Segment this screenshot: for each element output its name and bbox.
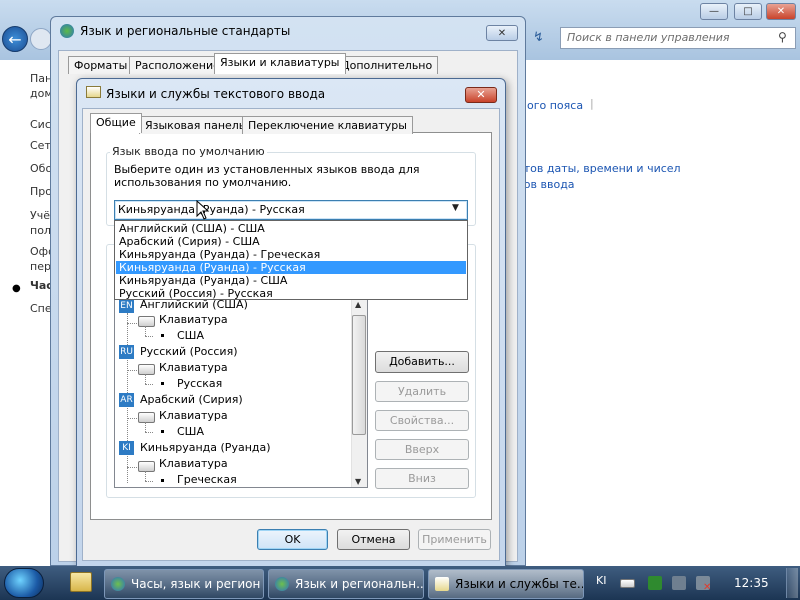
sidebar-text[interactable]: Сис: [30, 118, 51, 131]
tree-layout[interactable]: США: [177, 425, 204, 438]
keyboard-icon: [138, 461, 155, 472]
sidebar-text[interactable]: Сет: [30, 139, 51, 152]
minimize-button[interactable]: —: [700, 3, 728, 20]
link-separator: |: [590, 97, 594, 110]
taskbar-item-regional[interactable]: Язык и региональн...: [268, 569, 424, 599]
explorer-icon[interactable]: [70, 572, 92, 592]
installed-services-tree[interactable]: EN Английский (США) Клавиатура США RU Ру…: [114, 298, 368, 488]
ok-button[interactable]: OK: [257, 529, 328, 550]
tree-category[interactable]: Клавиатура: [159, 361, 228, 374]
clock[interactable]: 12:35: [734, 576, 769, 590]
language-dropdown-list[interactable]: Английский (США) - США Арабский (Сирия) …: [114, 220, 468, 300]
tree-language[interactable]: Русский (Россия): [140, 345, 238, 358]
cancel-button[interactable]: Отмена: [337, 529, 410, 550]
timezone-link[interactable]: ого пояса: [527, 99, 583, 112]
lang-badge-ar: AR: [119, 393, 134, 407]
dropdown-option[interactable]: Киньяруанда (Руанда) - США: [116, 274, 466, 287]
globe-icon: [275, 577, 289, 591]
back-button[interactable]: ←: [2, 26, 28, 52]
tree-language[interactable]: Киньяруанда (Руанда): [140, 441, 271, 454]
sidebar-text[interactable]: Обо: [30, 162, 52, 175]
bullet-icon: [161, 382, 164, 385]
taskbar-item-text-services[interactable]: Языки и службы те...: [428, 569, 584, 599]
tree-language[interactable]: Арабский (Сирия): [140, 393, 243, 406]
remove-button[interactable]: Удалить: [375, 381, 469, 402]
dropdown-option[interactable]: Арабский (Сирия) - США: [116, 235, 466, 248]
dropdown-option[interactable]: Русский (Россия) - Русская: [116, 287, 466, 300]
dropdown-option[interactable]: Английский (США) - США: [116, 222, 466, 235]
tab-languages-keyboards[interactable]: Языки и клавиатуры: [214, 53, 346, 74]
dropdown-option-selected[interactable]: Киньяруанда (Руанда) - Русская: [116, 261, 466, 274]
show-desktop-button[interactable]: [786, 568, 798, 598]
network-icon[interactable]: [672, 576, 686, 590]
tab-advanced[interactable]: Дополнительно: [335, 56, 439, 74]
regional-window-title: Язык и региональные стандарты: [80, 24, 291, 38]
bullet-icon: [161, 334, 164, 337]
input-language-indicator[interactable]: KI: [596, 574, 606, 587]
globe-icon: [60, 24, 74, 38]
lang-badge-ru: RU: [119, 345, 134, 359]
tab-location[interactable]: Расположение: [129, 56, 226, 74]
keyboard-icon[interactable]: [620, 579, 635, 588]
sidebar-text[interactable]: Пан: [30, 72, 52, 85]
chevron-down-icon[interactable]: ▼: [452, 203, 459, 213]
date-format-link[interactable]: атов даты, времени и чисел: [517, 162, 681, 175]
tree-layout[interactable]: США: [177, 329, 204, 342]
scroll-down-icon[interactable]: ▼: [355, 477, 361, 486]
tab-general[interactable]: Общие: [90, 113, 142, 133]
tree-category[interactable]: Клавиатура: [159, 457, 228, 470]
keyboard-icon: [138, 316, 155, 327]
regional-close-button[interactable]: ✕: [486, 25, 518, 41]
sidebar-text[interactable]: Учё: [30, 209, 50, 222]
sidebar-text[interactable]: пол: [30, 224, 51, 237]
tree-category[interactable]: Клавиатура: [159, 409, 228, 422]
tab-formats[interactable]: Форматы: [68, 56, 134, 74]
move-up-button[interactable]: Вверх: [375, 439, 469, 460]
lang-badge-ki: KI: [119, 441, 134, 455]
tree-layout[interactable]: Греческая: [177, 473, 237, 486]
tab-language-bar[interactable]: Языковая панель: [139, 116, 252, 134]
dropdown-option[interactable]: Киньяруанда (Руанда) - Греческая: [116, 248, 466, 261]
group-label: Язык ввода по умолчанию: [110, 145, 267, 158]
refresh-icon[interactable]: ↯: [533, 30, 544, 45]
search-icon[interactable]: ⚲: [778, 30, 787, 44]
apply-button[interactable]: Применить: [418, 529, 491, 550]
add-button[interactable]: Добавить...: [375, 351, 469, 373]
tree-category[interactable]: Клавиатура: [159, 313, 228, 326]
muted-icon: ✕: [703, 582, 712, 593]
scrollbar-thumb[interactable]: [352, 315, 366, 435]
taskbar-item-clock-region[interactable]: Часы, язык и регион: [104, 569, 264, 599]
action-center-icon[interactable]: [648, 576, 662, 590]
keyboard-icon: [435, 577, 449, 591]
tab-keyboard-switching[interactable]: Переключение клавиатуры: [242, 116, 413, 134]
dialog-close-button[interactable]: ✕: [465, 87, 497, 103]
properties-button[interactable]: Свойства...: [375, 410, 469, 431]
mouse-cursor-icon: [196, 200, 210, 220]
sidebar-text[interactable]: пер: [30, 260, 51, 273]
dialog-title: Языки и службы текстового ввода: [106, 87, 326, 101]
search-input[interactable]: Поиск в панели управления: [560, 27, 796, 49]
sidebar-text[interactable]: Про: [30, 185, 52, 198]
move-down-button[interactable]: Вниз: [375, 468, 469, 489]
maximize-button[interactable]: □: [734, 3, 762, 20]
scroll-up-icon[interactable]: ▲: [355, 300, 361, 309]
start-button[interactable]: [4, 568, 44, 598]
close-button[interactable]: ✕: [766, 3, 796, 20]
bullet-icon: ●: [12, 283, 21, 294]
control-panel-icon: [111, 577, 125, 591]
forward-button[interactable]: [30, 28, 52, 50]
keyboard-icon: [86, 86, 101, 98]
lang-badge-en: EN: [119, 299, 134, 313]
bullet-icon: [161, 430, 164, 433]
keyboard-icon: [138, 412, 155, 423]
bullet-icon: [161, 479, 164, 482]
keyboard-icon: [138, 364, 155, 375]
combo-value: Киньяруанда (Руанда) - Русская: [118, 203, 305, 216]
sidebar-text[interactable]: Спе: [30, 302, 52, 315]
group-description: Выберите один из установленных языков вв…: [114, 163, 420, 189]
tree-layout[interactable]: Русская: [177, 377, 222, 390]
